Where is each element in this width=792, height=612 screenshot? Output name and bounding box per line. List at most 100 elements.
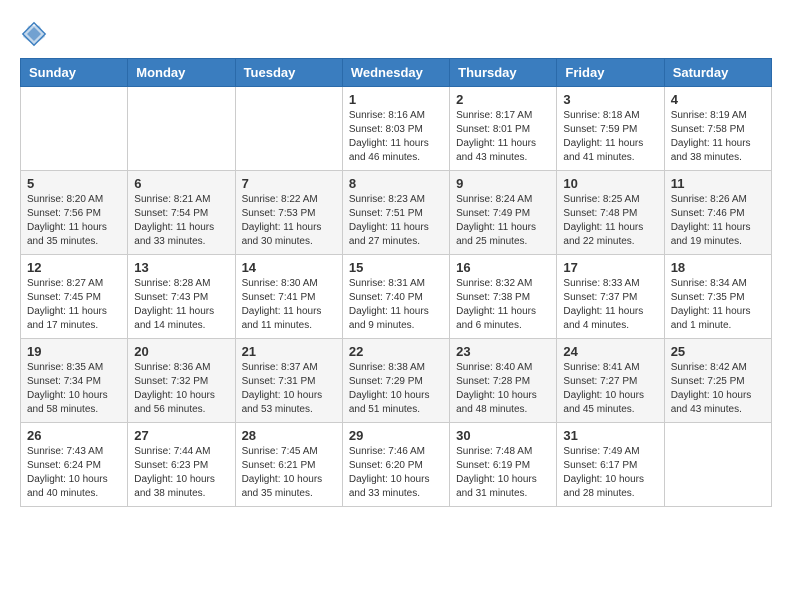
calendar-cell: 16 Sunrise: 8:32 AM Sunset: 7:38 PM Dayli… xyxy=(450,255,557,339)
day-info: Sunrise: 8:37 AM Sunset: 7:31 PM Dayligh… xyxy=(242,361,336,417)
page-header xyxy=(20,20,772,48)
day-info: Sunrise: 8:32 AM Sunset: 7:38 PM Dayligh… xyxy=(456,277,550,333)
day-number: 24 xyxy=(563,344,657,359)
day-number: 7 xyxy=(242,176,336,191)
calendar-cell: 29 Sunrise: 7:46 AM Sunset: 6:20 PM Dayli… xyxy=(342,423,449,507)
day-number: 10 xyxy=(563,176,657,191)
calendar-week-row: 12 Sunrise: 8:27 AM Sunset: 7:45 PM Dayli… xyxy=(21,255,772,339)
day-info: Sunrise: 7:48 AM Sunset: 6:19 PM Dayligh… xyxy=(456,445,550,501)
day-number: 22 xyxy=(349,344,443,359)
day-of-week-header: Friday xyxy=(557,59,664,87)
day-info: Sunrise: 8:40 AM Sunset: 7:28 PM Dayligh… xyxy=(456,361,550,417)
day-number: 11 xyxy=(671,176,765,191)
calendar-cell: 24 Sunrise: 8:41 AM Sunset: 7:27 PM Dayli… xyxy=(557,339,664,423)
calendar-cell: 8 Sunrise: 8:23 AM Sunset: 7:51 PM Daylig… xyxy=(342,171,449,255)
day-info: Sunrise: 8:33 AM Sunset: 7:37 PM Dayligh… xyxy=(563,277,657,333)
day-info: Sunrise: 8:18 AM Sunset: 7:59 PM Dayligh… xyxy=(563,109,657,165)
day-number: 14 xyxy=(242,260,336,275)
calendar-cell: 12 Sunrise: 8:27 AM Sunset: 7:45 PM Dayli… xyxy=(21,255,128,339)
day-number: 3 xyxy=(563,92,657,107)
day-number: 17 xyxy=(563,260,657,275)
calendar-cell: 9 Sunrise: 8:24 AM Sunset: 7:49 PM Daylig… xyxy=(450,171,557,255)
day-number: 13 xyxy=(134,260,228,275)
calendar-cell: 23 Sunrise: 8:40 AM Sunset: 7:28 PM Dayli… xyxy=(450,339,557,423)
day-info: Sunrise: 8:19 AM Sunset: 7:58 PM Dayligh… xyxy=(671,109,765,165)
day-of-week-header: Wednesday xyxy=(342,59,449,87)
day-info: Sunrise: 8:22 AM Sunset: 7:53 PM Dayligh… xyxy=(242,193,336,249)
calendar-cell: 30 Sunrise: 7:48 AM Sunset: 6:19 PM Dayli… xyxy=(450,423,557,507)
calendar-cell: 1Sunrise: 8:16 AM Sunset: 8:03 PM Daylig… xyxy=(342,87,449,171)
calendar-cell: 4 Sunrise: 8:19 AM Sunset: 7:58 PM Daylig… xyxy=(664,87,771,171)
day-number: 18 xyxy=(671,260,765,275)
day-number: 12 xyxy=(27,260,121,275)
calendar-cell xyxy=(235,87,342,171)
calendar-cell: 3 Sunrise: 8:18 AM Sunset: 7:59 PM Daylig… xyxy=(557,87,664,171)
day-number: 2 xyxy=(456,92,550,107)
day-number: 20 xyxy=(134,344,228,359)
day-info: Sunrise: 8:36 AM Sunset: 7:32 PM Dayligh… xyxy=(134,361,228,417)
calendar-cell: 15Sunrise: 8:31 AM Sunset: 7:40 PM Dayli… xyxy=(342,255,449,339)
day-info: Sunrise: 8:20 AM Sunset: 7:56 PM Dayligh… xyxy=(27,193,121,249)
calendar-cell: 2 Sunrise: 8:17 AM Sunset: 8:01 PM Daylig… xyxy=(450,87,557,171)
day-info: Sunrise: 8:25 AM Sunset: 7:48 PM Dayligh… xyxy=(563,193,657,249)
calendar-week-row: 5 Sunrise: 8:20 AM Sunset: 7:56 PM Daylig… xyxy=(21,171,772,255)
day-number: 19 xyxy=(27,344,121,359)
day-info: Sunrise: 8:26 AM Sunset: 7:46 PM Dayligh… xyxy=(671,193,765,249)
calendar-header-row: SundayMondayTuesdayWednesdayThursdayFrid… xyxy=(21,59,772,87)
calendar-cell: 22 Sunrise: 8:38 AM Sunset: 7:29 PM Dayli… xyxy=(342,339,449,423)
day-number: 6 xyxy=(134,176,228,191)
logo xyxy=(20,20,52,48)
day-info: Sunrise: 8:35 AM Sunset: 7:34 PM Dayligh… xyxy=(27,361,121,417)
calendar-cell: 7 Sunrise: 8:22 AM Sunset: 7:53 PM Daylig… xyxy=(235,171,342,255)
day-info: Sunrise: 7:44 AM Sunset: 6:23 PM Dayligh… xyxy=(134,445,228,501)
day-of-week-header: Monday xyxy=(128,59,235,87)
calendar-cell: 26Sunrise: 7:43 AM Sunset: 6:24 PM Dayli… xyxy=(21,423,128,507)
day-number: 16 xyxy=(456,260,550,275)
day-of-week-header: Tuesday xyxy=(235,59,342,87)
day-number: 30 xyxy=(456,428,550,443)
day-info: Sunrise: 8:38 AM Sunset: 7:29 PM Dayligh… xyxy=(349,361,443,417)
calendar-cell: 17 Sunrise: 8:33 AM Sunset: 7:37 PM Dayli… xyxy=(557,255,664,339)
calendar-cell: 21 Sunrise: 8:37 AM Sunset: 7:31 PM Dayli… xyxy=(235,339,342,423)
day-info: Sunrise: 8:17 AM Sunset: 8:01 PM Dayligh… xyxy=(456,109,550,165)
day-of-week-header: Sunday xyxy=(21,59,128,87)
day-info: Sunrise: 8:28 AM Sunset: 7:43 PM Dayligh… xyxy=(134,277,228,333)
calendar-cell: 31 Sunrise: 7:49 AM Sunset: 6:17 PM Dayli… xyxy=(557,423,664,507)
day-number: 29 xyxy=(349,428,443,443)
day-info: Sunrise: 8:31 AM Sunset: 7:40 PM Dayligh… xyxy=(349,277,443,333)
calendar-week-row: 19 Sunrise: 8:35 AM Sunset: 7:34 PM Dayli… xyxy=(21,339,772,423)
calendar-cell: 28Sunrise: 7:45 AM Sunset: 6:21 PM Dayli… xyxy=(235,423,342,507)
day-info: Sunrise: 7:45 AM Sunset: 6:21 PM Dayligh… xyxy=(242,445,336,501)
day-number: 9 xyxy=(456,176,550,191)
calendar-body: 1Sunrise: 8:16 AM Sunset: 8:03 PM Daylig… xyxy=(21,87,772,507)
calendar-cell: 13 Sunrise: 8:28 AM Sunset: 7:43 PM Dayli… xyxy=(128,255,235,339)
calendar-cell: 27Sunrise: 7:44 AM Sunset: 6:23 PM Dayli… xyxy=(128,423,235,507)
day-info: Sunrise: 7:43 AM Sunset: 6:24 PM Dayligh… xyxy=(27,445,121,501)
calendar-cell: 14Sunrise: 8:30 AM Sunset: 7:41 PM Dayli… xyxy=(235,255,342,339)
day-info: Sunrise: 8:24 AM Sunset: 7:49 PM Dayligh… xyxy=(456,193,550,249)
calendar-cell xyxy=(128,87,235,171)
calendar-cell: 6 Sunrise: 8:21 AM Sunset: 7:54 PM Daylig… xyxy=(128,171,235,255)
day-number: 31 xyxy=(563,428,657,443)
day-number: 23 xyxy=(456,344,550,359)
day-number: 1 xyxy=(349,92,443,107)
day-number: 5 xyxy=(27,176,121,191)
day-info: Sunrise: 7:49 AM Sunset: 6:17 PM Dayligh… xyxy=(563,445,657,501)
day-info: Sunrise: 8:23 AM Sunset: 7:51 PM Dayligh… xyxy=(349,193,443,249)
day-number: 21 xyxy=(242,344,336,359)
day-info: Sunrise: 8:41 AM Sunset: 7:27 PM Dayligh… xyxy=(563,361,657,417)
calendar-cell: 5 Sunrise: 8:20 AM Sunset: 7:56 PM Daylig… xyxy=(21,171,128,255)
calendar-cell: 10 Sunrise: 8:25 AM Sunset: 7:48 PM Dayli… xyxy=(557,171,664,255)
day-info: Sunrise: 8:27 AM Sunset: 7:45 PM Dayligh… xyxy=(27,277,121,333)
day-number: 4 xyxy=(671,92,765,107)
calendar-cell: 19 Sunrise: 8:35 AM Sunset: 7:34 PM Dayli… xyxy=(21,339,128,423)
calendar-table: SundayMondayTuesdayWednesdayThursdayFrid… xyxy=(20,58,772,507)
day-number: 8 xyxy=(349,176,443,191)
day-of-week-header: Saturday xyxy=(664,59,771,87)
day-info: Sunrise: 7:46 AM Sunset: 6:20 PM Dayligh… xyxy=(349,445,443,501)
calendar-cell: 25Sunrise: 8:42 AM Sunset: 7:25 PM Dayli… xyxy=(664,339,771,423)
day-info: Sunrise: 8:42 AM Sunset: 7:25 PM Dayligh… xyxy=(671,361,765,417)
logo-icon xyxy=(20,20,48,48)
day-of-week-header: Thursday xyxy=(450,59,557,87)
day-info: Sunrise: 8:21 AM Sunset: 7:54 PM Dayligh… xyxy=(134,193,228,249)
